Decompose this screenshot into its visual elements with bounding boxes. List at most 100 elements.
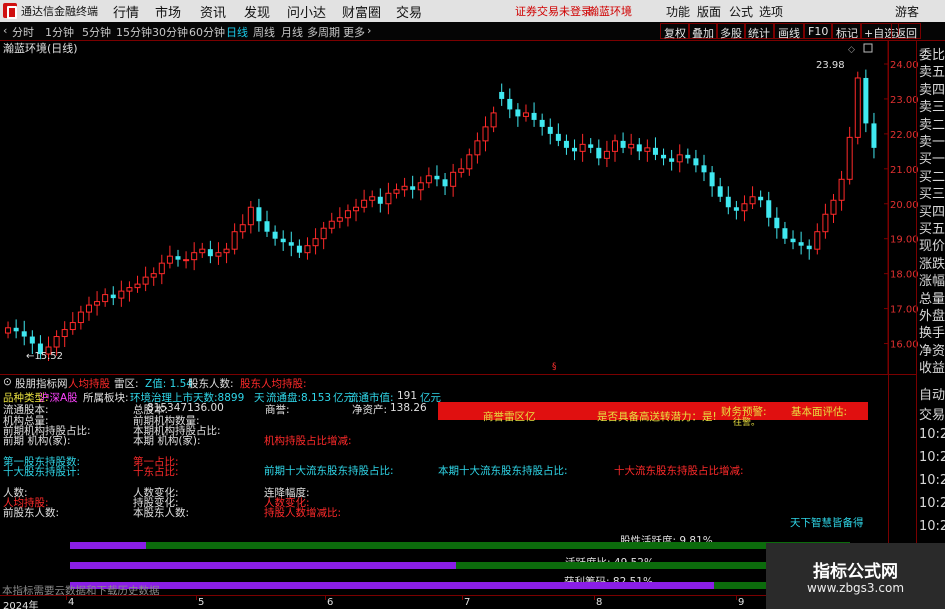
candle[interactable] <box>256 207 262 222</box>
candle[interactable] <box>539 119 545 127</box>
candle[interactable] <box>142 276 149 285</box>
candle[interactable] <box>328 220 335 229</box>
user-guest[interactable]: 游客 <box>895 3 919 20</box>
candle[interactable] <box>191 252 198 261</box>
period-monthly[interactable]: 月线 <box>281 24 303 40</box>
period-multi[interactable]: 多周期 <box>307 24 340 40</box>
candle[interactable] <box>749 196 756 205</box>
candle[interactable] <box>854 77 861 138</box>
candle[interactable] <box>29 336 35 344</box>
candle[interactable] <box>280 238 286 243</box>
candle[interactable] <box>199 248 206 254</box>
candle[interactable] <box>377 196 383 204</box>
candle[interactable] <box>183 259 190 262</box>
menu-ask[interactable]: 问小达 <box>287 2 326 21</box>
candle[interactable] <box>499 91 505 99</box>
candle[interactable] <box>369 196 376 201</box>
candle[interactable] <box>620 140 626 148</box>
candle[interactable] <box>709 172 715 187</box>
candle[interactable] <box>126 287 133 292</box>
candle[interactable] <box>247 206 254 226</box>
candle[interactable] <box>425 175 432 184</box>
indicator-name[interactable]: 股朋指标网 <box>15 376 68 391</box>
candle[interactable] <box>661 154 667 159</box>
candle[interactable] <box>563 140 569 148</box>
candle[interactable] <box>207 249 213 257</box>
period-60min[interactable]: 60分钟 <box>189 24 225 40</box>
candle[interactable] <box>5 327 12 334</box>
period-30min[interactable]: 30分钟 <box>152 24 188 40</box>
period-5min[interactable]: 5分钟 <box>82 24 111 40</box>
candle[interactable] <box>685 154 691 159</box>
candle[interactable] <box>223 248 230 254</box>
candle[interactable] <box>85 304 92 313</box>
btn-overlay[interactable]: 叠加 <box>688 23 718 40</box>
candle[interactable] <box>588 144 594 148</box>
candle[interactable] <box>701 165 707 173</box>
period-daily[interactable]: 日线 <box>226 24 248 40</box>
candle[interactable] <box>401 185 408 191</box>
menu-wealth[interactable]: 财富圈 <box>342 2 381 21</box>
candle[interactable] <box>272 231 278 239</box>
candle[interactable] <box>336 217 343 222</box>
chevron-right-icon[interactable]: › <box>367 24 371 37</box>
candle[interactable] <box>53 336 60 348</box>
btn-return[interactable]: 返回 <box>891 23 921 40</box>
btn-adjust[interactable]: 复权 <box>660 23 690 40</box>
candle[interactable] <box>636 144 642 152</box>
candle[interactable] <box>434 175 440 180</box>
btn-stats[interactable]: 统计 <box>744 23 774 40</box>
candle[interactable] <box>693 158 699 166</box>
candle[interactable] <box>466 154 473 170</box>
menu-discover[interactable]: 发现 <box>244 2 270 21</box>
candle[interactable] <box>110 294 116 299</box>
candle[interactable] <box>871 123 877 148</box>
menu-options[interactable]: 选项 <box>759 3 783 20</box>
period-15min[interactable]: 15分钟 <box>116 24 152 40</box>
candle[interactable] <box>741 203 748 212</box>
candle[interactable] <box>652 147 658 155</box>
candle[interactable] <box>806 245 812 250</box>
btn-mark[interactable]: 标记 <box>832 23 862 40</box>
candle[interactable] <box>522 112 529 117</box>
candle[interactable] <box>830 199 837 215</box>
candle[interactable] <box>231 231 238 250</box>
candle[interactable] <box>644 147 651 152</box>
candle[interactable] <box>69 322 76 331</box>
menu-quotes[interactable]: 行情 <box>113 2 139 21</box>
candle[interactable] <box>579 143 586 152</box>
menu-news[interactable]: 资讯 <box>200 2 226 21</box>
candle[interactable] <box>385 192 392 205</box>
candle[interactable] <box>547 126 553 134</box>
candle[interactable] <box>507 98 513 110</box>
candle[interactable] <box>450 171 457 187</box>
candle[interactable] <box>134 283 141 289</box>
diamond-icon[interactable]: ◇ <box>848 45 855 55</box>
menu-functions[interactable]: 功能 <box>666 3 690 20</box>
candle[interactable] <box>158 262 165 275</box>
candle[interactable] <box>838 178 845 201</box>
candle[interactable] <box>118 290 125 299</box>
candle[interactable] <box>766 200 772 218</box>
menu-formula[interactable]: 公式 <box>729 3 753 20</box>
candle[interactable] <box>603 150 610 159</box>
period-intraday[interactable]: 分时 <box>12 24 34 40</box>
period-more[interactable]: 更多 <box>343 24 365 40</box>
btn-draw[interactable]: 画线 <box>774 23 804 40</box>
candle[interactable] <box>239 224 246 233</box>
candle[interactable] <box>846 136 853 180</box>
candle[interactable] <box>94 301 101 306</box>
login-warning[interactable]: 证券交易未登录 <box>515 3 592 19</box>
candle[interactable] <box>393 189 400 194</box>
candle[interactable] <box>353 206 360 212</box>
period-weekly[interactable]: 周线 <box>253 24 275 40</box>
candle[interactable] <box>296 245 302 253</box>
candle[interactable] <box>863 77 869 124</box>
candle[interactable] <box>733 207 739 211</box>
candle[interactable] <box>320 227 327 240</box>
candle[interactable] <box>410 186 416 190</box>
candle[interactable] <box>344 210 351 219</box>
candle[interactable] <box>442 179 448 187</box>
candle[interactable] <box>531 112 537 120</box>
candle[interactable] <box>288 242 294 246</box>
